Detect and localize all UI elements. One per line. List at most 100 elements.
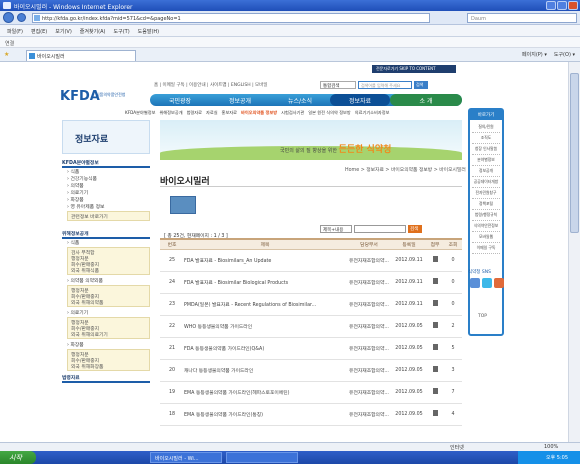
left-nav-subitem[interactable]: 외국 위해의약품 — [71, 299, 146, 306]
menu-tools[interactable]: 도구(T) — [114, 28, 130, 36]
subnav-item[interactable]: KFDA분야별정보 — [125, 110, 155, 115]
quick-item[interactable]: 공공데이터개방 — [472, 179, 500, 188]
file-icon[interactable] — [432, 322, 438, 328]
subnav-item[interactable]: 홍보자료 — [222, 110, 237, 115]
subnav-item[interactable]: 일본 원전 식의약 정보방 — [308, 110, 351, 115]
menu-favorites[interactable]: 즐겨찾기(A) — [80, 28, 106, 36]
address-input[interactable]: http://kfda.go.kr/index.kfda?mid=571&cd=… — [32, 13, 430, 23]
site-search-select[interactable]: 통합검색 — [320, 81, 356, 89]
left-nav-item[interactable]: › 영 유아제품 정보 — [62, 203, 150, 210]
site-search-input[interactable]: 검색어를 입력해 주세요 — [358, 81, 412, 89]
zoom-level[interactable]: 100% — [544, 444, 558, 450]
blog-icon[interactable] — [494, 278, 504, 288]
vertical-scrollbar[interactable] — [568, 62, 580, 442]
board-search-button[interactable]: 검색 — [408, 225, 422, 233]
table-row[interactable]: 18 EMA 동등생물의약품 가이드라인(통칭) 유전자재조합의약... 2012.0… — [160, 403, 462, 426]
taskbar-window-button[interactable]: 바이오시밀러 - Wi... — [150, 452, 222, 463]
gnb-plaza[interactable]: 국민광장 — [150, 94, 210, 106]
row-title-link[interactable]: EMA 동등생물의약품 가이드라인(헤파스토포이에틴) — [184, 391, 290, 396]
table-row[interactable]: 22 WHO 동등생물의약품 가이드라인 유전자재조합의약... 2012.09.05… — [160, 315, 462, 338]
left-nav-item[interactable]: › 의약품 — [62, 182, 150, 189]
left-nav-item[interactable]: › 식품 — [62, 239, 150, 246]
minimize-button[interactable] — [546, 1, 556, 10]
menu-edit[interactable]: 편집(E) — [31, 28, 47, 36]
gnb-news[interactable]: 뉴스/소식 — [270, 94, 330, 106]
subnav-item[interactable]: 자료실 — [206, 110, 218, 115]
skip-to-content-link[interactable]: 전문자로가기 SKIP TO CONTENT — [372, 65, 456, 73]
file-icon[interactable] — [432, 388, 438, 394]
board-search-input[interactable] — [354, 225, 406, 233]
quick-item[interactable]: 질의/민원 — [472, 124, 500, 133]
file-icon[interactable] — [432, 344, 438, 350]
subnav-item[interactable]: 법령자료 — [187, 110, 202, 115]
file-icon[interactable] — [432, 366, 438, 372]
quick-item[interactable]: 모바일웹 — [472, 234, 500, 243]
left-nav-subitem[interactable]: 관련정보 바로가기 — [71, 213, 146, 220]
quick-item[interactable]: 정보공개 — [472, 168, 500, 177]
table-row[interactable]: 25 FDA 발표자료 - Biosimilars_An Update 유전자재조합… — [160, 249, 462, 272]
subnav-item-bio[interactable]: 바이오의약품 정보방 — [241, 110, 277, 115]
facebook-icon[interactable] — [470, 278, 480, 288]
table-row[interactable]: 19 EMA 동등생물의약품 가이드라인(헤파스토포이에틴) 유전자재조합의약...… — [160, 381, 462, 404]
table-row[interactable]: 20 캐나다 동등생물의약품 가이드라인 유전자재조합의약... 2012.09.05… — [160, 359, 462, 382]
left-nav-item[interactable]: › 건강기능식품 — [62, 175, 150, 182]
gnb-info-materials[interactable]: 정보자료 — [330, 94, 390, 106]
menu-file[interactable]: 파일(F) — [7, 28, 23, 36]
subnav-item[interactable]: 의료기기소비자정보 — [355, 110, 390, 115]
tools-menu[interactable]: 도구(O) ▾ — [554, 51, 575, 58]
file-icon[interactable] — [432, 256, 438, 262]
file-icon[interactable] — [432, 300, 438, 306]
quick-item[interactable]: 청장 인사말씀 — [472, 146, 500, 155]
quick-item[interactable]: 정책포털 — [472, 201, 500, 210]
left-nav-title[interactable]: 법령자료 — [62, 373, 150, 383]
row-title-link[interactable]: EMA 동등생물의약품 가이드라인(통칭) — [184, 413, 263, 418]
tab-biosimilar[interactable]: 바이오시밀러 — [26, 50, 136, 61]
page-menu[interactable]: 페이지(P) ▾ — [522, 51, 547, 58]
menu-view[interactable]: 보기(V) — [55, 28, 72, 36]
web-search-input[interactable]: Daum — [467, 13, 577, 23]
table-row[interactable]: 21 FDA 동등생물의약품 가이드라인(Q&A) 유전자재조합의약... 2012.… — [160, 337, 462, 360]
favorites-star-icon[interactable]: ★ — [4, 51, 9, 58]
row-title-link[interactable]: PMDA(일본) 발표자료 - Recent Regulations of Bi… — [184, 303, 316, 308]
left-nav-subitem[interactable]: 외국 위해식품 — [71, 267, 146, 274]
file-icon[interactable] — [432, 278, 438, 284]
quick-item[interactable]: 전자민원창구 — [472, 190, 500, 199]
close-button[interactable] — [568, 1, 578, 10]
left-nav-subitem[interactable]: 외국 위해의료기기 — [71, 331, 146, 338]
scrollbar-thumb[interactable] — [570, 73, 579, 233]
left-nav-subitem[interactable]: 외국 위해화장품 — [71, 363, 146, 370]
menu-help[interactable]: 도움말(H) — [138, 28, 159, 36]
row-title-link[interactable]: FDA 발표자료 - Biosimilars_An Update — [184, 259, 271, 264]
left-nav-item[interactable]: › 의료기기 — [62, 309, 150, 316]
left-nav-item[interactable]: › 의약품 의약외품 — [62, 277, 150, 284]
twitter-icon[interactable] — [482, 278, 492, 288]
table-row[interactable]: 24 FDA 발표자료 - Biosimilar Biological Produ… — [160, 271, 462, 294]
quick-item[interactable]: 법령/행정규칙 — [472, 212, 500, 221]
row-title-link[interactable]: WHO 동등생물의약품 가이드라인 — [184, 325, 252, 330]
left-nav-item[interactable]: › 의료기기 — [62, 189, 150, 196]
board-search-select[interactable]: 제목+내용 — [320, 225, 352, 233]
quick-item[interactable]: 조직도 — [472, 135, 500, 144]
maximize-button[interactable] — [557, 1, 567, 10]
quick-item[interactable]: 식의약안전정보 — [472, 223, 500, 232]
taskbar-window-button[interactable] — [226, 452, 298, 463]
subnav-item[interactable]: 시험검사기관 — [281, 110, 304, 115]
back-icon[interactable] — [3, 12, 14, 23]
file-icon[interactable] — [432, 410, 438, 416]
gnb-disclosure[interactable]: 정보공개 — [210, 94, 270, 106]
quick-item[interactable]: 분야별정보 — [472, 157, 500, 166]
top-button[interactable]: TOP — [478, 314, 487, 319]
table-row[interactable]: 23 PMDA(일본) 발표자료 - Recent Regulations of … — [160, 293, 462, 316]
forward-icon[interactable] — [17, 13, 26, 22]
left-nav-item[interactable]: › 화장품 — [62, 341, 150, 348]
kfda-logo[interactable]: KFDA — [60, 89, 100, 104]
utility-nav[interactable]: 홈 | 이메일 구독 | 이용안내 | 사이트맵 | ENGLISH | 모바일 — [154, 82, 267, 88]
left-nav-title[interactable]: KFDA분야별정보 — [62, 158, 150, 168]
start-button[interactable]: 시작 — [0, 451, 36, 464]
row-title-link[interactable]: FDA 동등생물의약품 가이드라인(Q&A) — [184, 347, 264, 352]
row-title-link[interactable]: FDA 발표자료 - Biosimilar Biological Product… — [184, 281, 288, 286]
gnb-about[interactable]: 소 개 — [390, 94, 462, 106]
left-nav-title[interactable]: 위해정보공개 — [62, 229, 150, 239]
subnav-item[interactable]: 위해정보공개 — [159, 110, 182, 115]
quick-item[interactable]: 이메일 구독 — [472, 245, 500, 254]
